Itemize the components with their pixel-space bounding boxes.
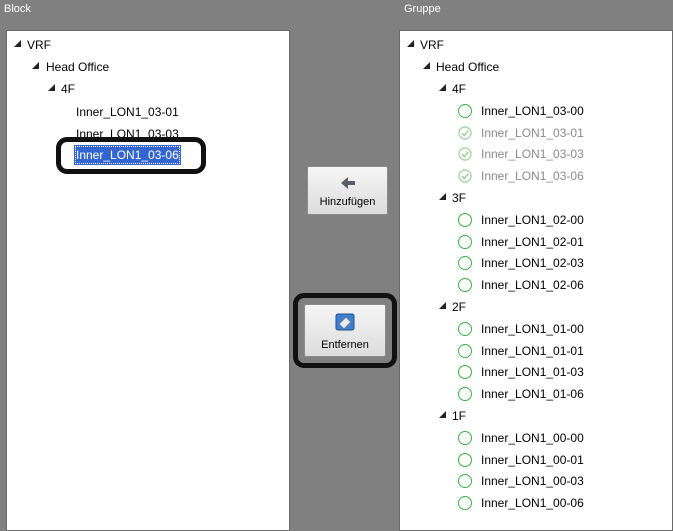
add-button[interactable]: Hinzufügen <box>307 166 388 215</box>
tree-node-label: Head Office <box>46 60 110 74</box>
expanded-triangle-icon[interactable] <box>31 61 42 72</box>
expanded-triangle-icon[interactable] <box>438 410 449 421</box>
remove-button-label: Entfernen <box>321 339 369 351</box>
unit-label: Inner_LON1_02-00 <box>481 213 584 227</box>
unit-label: Inner_LON1_02-01 <box>481 235 584 249</box>
expanded-triangle-icon[interactable] <box>438 192 449 203</box>
remove-button[interactable]: Entfernen <box>304 304 386 357</box>
add-button-label: Hinzufügen <box>319 196 376 208</box>
expanded-triangle-icon[interactable] <box>406 39 417 50</box>
tree-node-label: 2F <box>452 300 467 314</box>
checked-circle-icon[interactable] <box>458 147 472 161</box>
tree-node-label: 1F <box>452 409 467 423</box>
unit-label: Inner_LON1_03-01 <box>481 126 584 140</box>
tree-node-label: 4F <box>452 82 467 96</box>
unit-label: Inner_LON1_03-01 <box>76 105 179 119</box>
checked-circle-icon[interactable] <box>458 169 472 183</box>
unchecked-circle-icon[interactable] <box>458 431 472 445</box>
unchecked-circle-icon[interactable] <box>458 213 472 227</box>
unchecked-circle-icon[interactable] <box>458 235 472 249</box>
expanded-triangle-icon[interactable] <box>438 83 449 94</box>
unit-label: Inner_LON1_03-06 <box>481 169 584 183</box>
unit-label: Inner_LON1_00-01 <box>481 453 584 467</box>
tree-node-label: 4F <box>61 82 76 96</box>
unit-label: Inner_LON1_02-06 <box>481 278 584 292</box>
unit-label: Inner_LON1_01-06 <box>481 387 584 401</box>
expanded-triangle-icon[interactable] <box>422 61 433 72</box>
expanded-triangle-icon[interactable] <box>47 83 58 94</box>
unit-label: Inner_LON1_01-03 <box>481 365 584 379</box>
selection-highlight-frame <box>56 137 206 174</box>
unchecked-circle-icon[interactable] <box>458 278 472 292</box>
expanded-triangle-icon[interactable] <box>13 39 24 50</box>
unit-label: Inner_LON1_03-00 <box>481 104 584 118</box>
left-arrow-icon <box>340 176 356 193</box>
checked-circle-icon[interactable] <box>458 126 472 140</box>
block-panel-header: Block <box>4 3 31 15</box>
block-tree-panel[interactable]: VRF Head Office 4F Inner_LON1_03-01 Inne… <box>6 30 290 531</box>
unit-label: Inner_LON1_01-00 <box>481 322 584 336</box>
unit-label: Inner_LON1_00-00 <box>481 431 584 445</box>
group-panel-header: Gruppe <box>404 3 441 15</box>
unchecked-circle-icon[interactable] <box>458 104 472 118</box>
unit-label: Inner_LON1_01-01 <box>481 344 584 358</box>
unchecked-circle-icon[interactable] <box>458 474 472 488</box>
tree-node-label: VRF <box>420 38 444 52</box>
unit-label: Inner_LON1_03-03 <box>481 147 584 161</box>
unchecked-circle-icon[interactable] <box>458 387 472 401</box>
unchecked-circle-icon[interactable] <box>458 256 472 270</box>
group-tree-panel[interactable]: VRF Head Office 4F Inner_LON1_03-00 Inner_… <box>399 30 673 531</box>
unchecked-circle-icon[interactable] <box>458 453 472 467</box>
unchecked-circle-icon[interactable] <box>458 365 472 379</box>
tree-node-label: Head Office <box>436 60 500 74</box>
expanded-triangle-icon[interactable] <box>438 301 449 312</box>
unchecked-circle-icon[interactable] <box>458 322 472 336</box>
unchecked-circle-icon[interactable] <box>458 496 472 510</box>
unit-label: Inner_LON1_02-03 <box>481 256 584 270</box>
unchecked-circle-icon[interactable] <box>458 344 472 358</box>
unit-label: Inner_LON1_00-03 <box>481 474 584 488</box>
tree-node-label: 3F <box>452 191 467 205</box>
eraser-icon <box>335 313 355 334</box>
unit-label: Inner_LON1_00-06 <box>481 496 584 510</box>
tree-node-label: VRF <box>27 38 51 52</box>
